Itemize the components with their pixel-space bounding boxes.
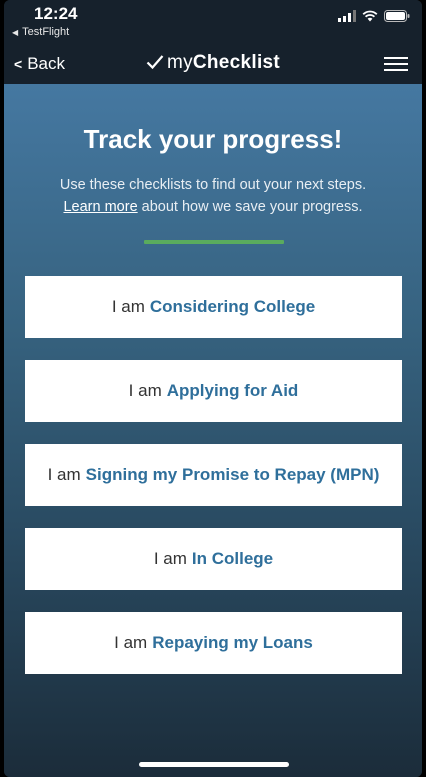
hamburger-menu-icon[interactable] bbox=[384, 57, 408, 73]
checkmark-icon bbox=[146, 54, 164, 76]
option-prefix: I am bbox=[111, 297, 145, 316]
option-label: Signing my Promise to Repay (MPN) bbox=[85, 465, 380, 484]
app-title-prefix: my bbox=[166, 52, 193, 73]
return-app-label: TestFlight bbox=[22, 26, 70, 38]
option-considering-college[interactable]: I am Considering College bbox=[25, 276, 402, 338]
option-prefix: I am bbox=[128, 381, 162, 400]
option-in-college[interactable]: I am In College bbox=[25, 528, 402, 590]
main-content: Track your progress! Use these checklist… bbox=[4, 84, 422, 777]
option-applying-for-aid[interactable]: I am Applying for Aid bbox=[25, 360, 402, 422]
home-indicator[interactable] bbox=[139, 762, 289, 767]
battery-icon bbox=[384, 10, 410, 22]
back-triangle-icon: ◀ bbox=[12, 28, 19, 37]
option-label: In College bbox=[191, 549, 274, 568]
option-label: Repaying my Loans bbox=[152, 633, 313, 652]
option-signing-mpn[interactable]: I am Signing my Promise to Repay (MPN) bbox=[25, 444, 402, 506]
option-prefix: I am bbox=[114, 633, 148, 652]
app-title-bold: Checklist bbox=[192, 52, 281, 73]
intro-text: Use these checklists to find out your ne… bbox=[24, 174, 402, 218]
intro-line-2: about how we save your progress. bbox=[141, 199, 363, 215]
option-prefix: I am bbox=[47, 465, 81, 484]
progress-divider bbox=[144, 240, 284, 244]
status-bar: 12:24 ◀ TestFlight bbox=[4, 0, 422, 44]
option-label: Applying for Aid bbox=[166, 381, 299, 400]
learn-more-link[interactable]: Learn more bbox=[63, 199, 137, 215]
status-time: 12:24 bbox=[34, 4, 78, 23]
status-icons bbox=[338, 10, 410, 22]
intro-line-1: Use these checklists to find out your ne… bbox=[59, 177, 367, 193]
page-title: Track your progress! bbox=[83, 124, 343, 154]
navigation-bar: < Back myChecklist bbox=[4, 44, 422, 84]
wifi-icon bbox=[362, 10, 378, 22]
return-to-app-link[interactable]: ◀ TestFlight bbox=[12, 26, 69, 38]
signal-icon bbox=[338, 10, 356, 22]
option-repaying-loans[interactable]: I am Repaying my Loans bbox=[25, 612, 402, 674]
option-prefix: I am bbox=[153, 549, 187, 568]
option-label: Considering College bbox=[149, 297, 316, 316]
app-screen: 12:24 ◀ TestFlight < Back myChecklist Tr… bbox=[4, 0, 422, 777]
app-title: myChecklist bbox=[4, 52, 422, 76]
